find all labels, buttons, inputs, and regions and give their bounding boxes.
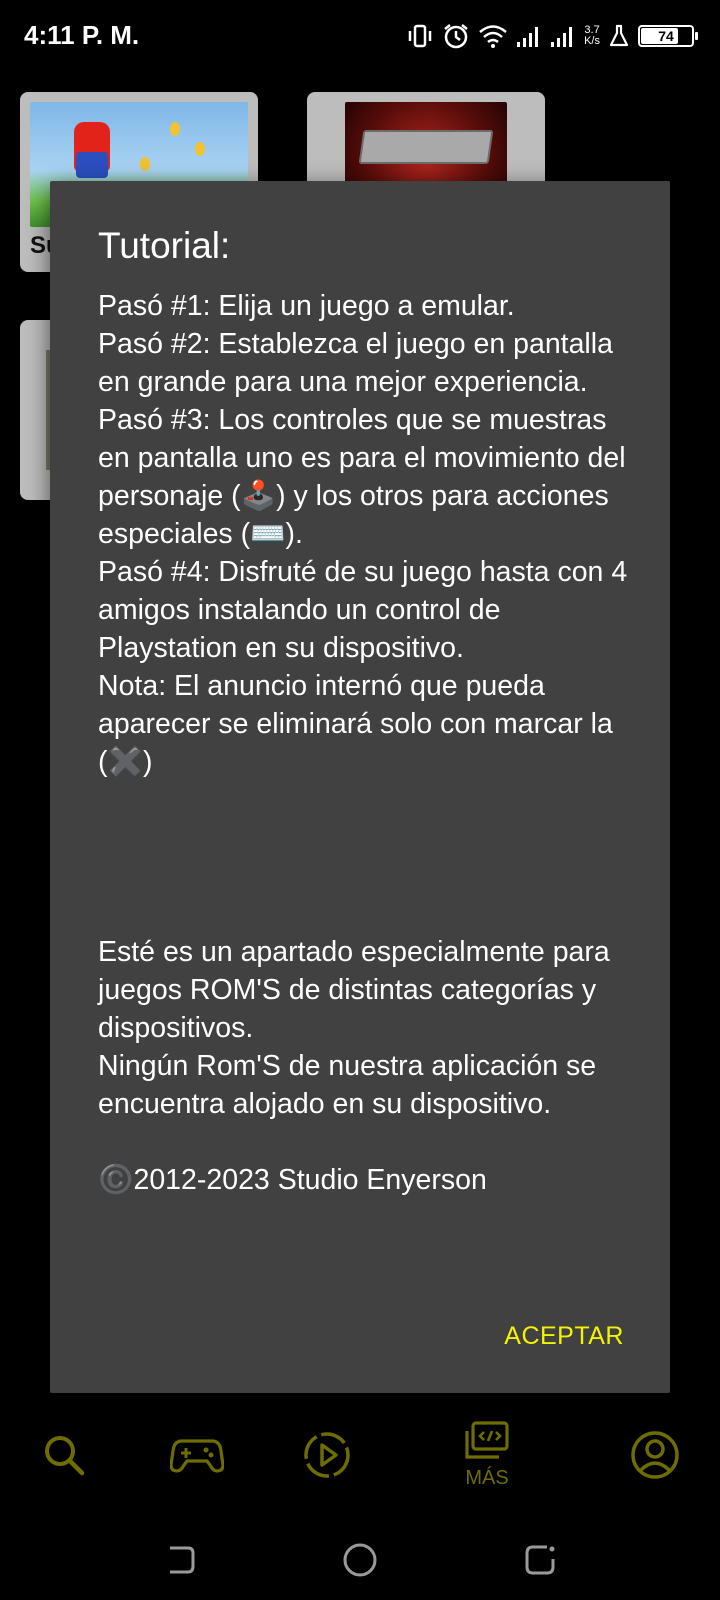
net-speed: 3.7 K/s <box>584 24 600 47</box>
nav-search[interactable] <box>34 1400 94 1510</box>
tutorial-step-2: Pasó #2: Establezca el juego en pantalla… <box>98 328 613 398</box>
signal-icon <box>551 27 573 47</box>
recents-icon <box>525 1545 555 1575</box>
wifi-icon <box>479 25 507 48</box>
dialog-title: Tutorial: <box>98 225 231 266</box>
play-icon <box>304 1432 350 1478</box>
nav-play[interactable] <box>298 1400 356 1510</box>
tutorial-step-1: Pasó #1: Elija un juego a emular. <box>98 290 515 322</box>
vibrate-icon <box>408 24 432 48</box>
copyright-text: ©️2012-2023 Studio Enyerson <box>98 1164 487 1196</box>
alarm-icon <box>444 24 468 49</box>
nav-more-label: MÁS <box>465 1466 509 1489</box>
dialog-actions: ACEPTAR <box>504 1318 624 1355</box>
status-bar: 4:11 P. M. 3.7 K/s 74 <box>0 0 720 72</box>
dialog-body: Pasó #1: Elija un juego a emular. Pasó #… <box>98 287 638 1199</box>
accept-button[interactable]: ACEPTAR <box>504 1318 624 1355</box>
home-button[interactable] <box>330 1530 390 1590</box>
home-icon <box>343 1543 377 1577</box>
system-nav-bar <box>0 1520 720 1600</box>
signal-icon <box>517 27 539 47</box>
nav-account[interactable] <box>628 1400 682 1510</box>
tutorial-dialog: Tutorial: Pasó #1: Elija un juego a emul… <box>50 181 670 1393</box>
search-icon <box>45 1436 85 1476</box>
account-icon <box>631 1431 679 1479</box>
recents-button[interactable] <box>510 1530 570 1590</box>
info-text-1: Esté es un apartado especialmente para j… <box>98 936 610 1044</box>
tutorial-note: Nota: El anuncio internó que pueda apare… <box>98 670 613 778</box>
battery-icon: 74 <box>638 25 698 47</box>
nav-more[interactable]: MÁS <box>452 1400 522 1510</box>
nav-games[interactable] <box>166 1400 228 1510</box>
status-time: 4:11 P. M. <box>24 20 140 50</box>
gamepad-icon <box>170 1439 224 1473</box>
tutorial-step-3: Pasó #3: Los controles que se muestras e… <box>98 404 626 550</box>
status-icons: 3.7 K/s 74 <box>406 20 698 52</box>
info-text-2: Ningún Rom'S de nuestra aplicación se en… <box>98 1050 597 1120</box>
code-laptop-icon <box>465 1420 509 1459</box>
back-icon <box>170 1546 195 1574</box>
tutorial-step-4: Pasó #4: Disfruté de su juego hasta con … <box>98 556 628 664</box>
flask-icon <box>609 24 629 47</box>
bottom-nav: MÁS <box>0 1400 720 1510</box>
back-button[interactable] <box>150 1530 210 1590</box>
